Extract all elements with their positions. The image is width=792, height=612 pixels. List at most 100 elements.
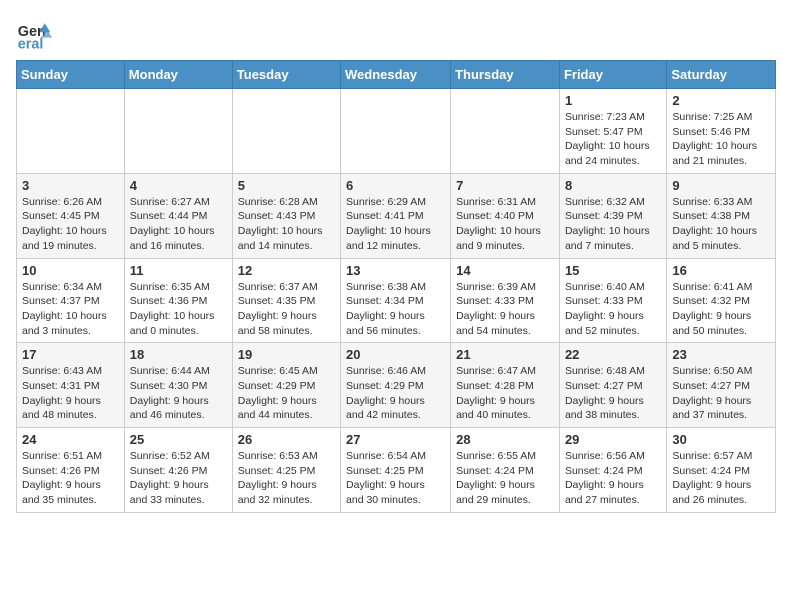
day-info: Sunrise: 6:57 AM Sunset: 4:24 PM Dayligh…: [672, 449, 770, 508]
day-number: 22: [565, 347, 661, 362]
calendar-body: 1 Sunrise: 7:23 AM Sunset: 5:47 PM Daylig…: [17, 89, 776, 513]
calendar-cell: 25 Sunrise: 6:52 AM Sunset: 4:26 PM Dayli…: [124, 428, 232, 513]
calendar-cell: 18 Sunrise: 6:44 AM Sunset: 4:30 PM Dayli…: [124, 343, 232, 428]
day-info: Sunrise: 6:44 AM Sunset: 4:30 PM Dayligh…: [130, 364, 227, 423]
day-info: Sunrise: 7:25 AM Sunset: 5:46 PM Dayligh…: [672, 110, 770, 169]
calendar-cell: 30 Sunrise: 6:57 AM Sunset: 4:24 PM Dayli…: [667, 428, 776, 513]
day-info: Sunrise: 6:53 AM Sunset: 4:25 PM Dayligh…: [238, 449, 335, 508]
day-info: Sunrise: 6:51 AM Sunset: 4:26 PM Dayligh…: [22, 449, 119, 508]
day-number: 17: [22, 347, 119, 362]
day-info: Sunrise: 6:43 AM Sunset: 4:31 PM Dayligh…: [22, 364, 119, 423]
day-number: 12: [238, 263, 335, 278]
calendar-cell: 14Sunrise: 6:39 AM Sunset: 4:33 PM Dayli…: [451, 258, 560, 343]
day-info: Sunrise: 6:56 AM Sunset: 4:24 PM Dayligh…: [565, 449, 661, 508]
calendar-header-sunday: Sunday: [17, 61, 125, 89]
day-number: 8: [565, 178, 661, 193]
calendar-week-3: 10Sunrise: 6:34 AM Sunset: 4:37 PM Dayli…: [17, 258, 776, 343]
calendar-cell: 3 Sunrise: 6:26 AM Sunset: 4:45 PM Daylig…: [17, 173, 125, 258]
day-info: Sunrise: 6:45 AM Sunset: 4:29 PM Dayligh…: [238, 364, 335, 423]
calendar-cell: 4 Sunrise: 6:27 AM Sunset: 4:44 PM Daylig…: [124, 173, 232, 258]
calendar-cell: [232, 89, 340, 174]
calendar-week-4: 17 Sunrise: 6:43 AM Sunset: 4:31 PM Dayli…: [17, 343, 776, 428]
day-number: 24: [22, 432, 119, 447]
calendar-cell: 10Sunrise: 6:34 AM Sunset: 4:37 PM Dayli…: [17, 258, 125, 343]
calendar-cell: 11 Sunrise: 6:35 AM Sunset: 4:36 PM Dayli…: [124, 258, 232, 343]
calendar-week-5: 24 Sunrise: 6:51 AM Sunset: 4:26 PM Dayli…: [17, 428, 776, 513]
calendar-cell: 21Sunrise: 6:47 AM Sunset: 4:28 PM Dayli…: [451, 343, 560, 428]
day-info: Sunrise: 6:38 AM Sunset: 4:34 PM Dayligh…: [346, 280, 445, 339]
calendar-header-tuesday: Tuesday: [232, 61, 340, 89]
calendar-cell: 8 Sunrise: 6:32 AM Sunset: 4:39 PM Daylig…: [559, 173, 666, 258]
day-info: Sunrise: 6:27 AM Sunset: 4:44 PM Dayligh…: [130, 195, 227, 254]
day-number: 27: [346, 432, 445, 447]
day-info: Sunrise: 6:55 AM Sunset: 4:24 PM Dayligh…: [456, 449, 554, 508]
day-number: 26: [238, 432, 335, 447]
day-info: Sunrise: 6:33 AM Sunset: 4:38 PM Dayligh…: [672, 195, 770, 254]
calendar-cell: 12 Sunrise: 6:37 AM Sunset: 4:35 PM Dayli…: [232, 258, 340, 343]
day-number: 16: [672, 263, 770, 278]
day-info: Sunrise: 6:29 AM Sunset: 4:41 PM Dayligh…: [346, 195, 445, 254]
calendar-cell: 5Sunrise: 6:28 AM Sunset: 4:43 PM Daylig…: [232, 173, 340, 258]
day-number: 9: [672, 178, 770, 193]
calendar-cell: 20 Sunrise: 6:46 AM Sunset: 4:29 PM Dayli…: [341, 343, 451, 428]
calendar-header-thursday: Thursday: [451, 61, 560, 89]
day-number: 30: [672, 432, 770, 447]
day-info: Sunrise: 6:28 AM Sunset: 4:43 PM Dayligh…: [238, 195, 335, 254]
calendar-week-1: 1 Sunrise: 7:23 AM Sunset: 5:47 PM Daylig…: [17, 89, 776, 174]
day-number: 25: [130, 432, 227, 447]
calendar-cell: 15 Sunrise: 6:40 AM Sunset: 4:33 PM Dayli…: [559, 258, 666, 343]
calendar-cell: 16 Sunrise: 6:41 AM Sunset: 4:32 PM Dayli…: [667, 258, 776, 343]
calendar-header-row: SundayMondayTuesdayWednesdayThursdayFrid…: [17, 61, 776, 89]
day-number: 29: [565, 432, 661, 447]
day-info: Sunrise: 6:54 AM Sunset: 4:25 PM Dayligh…: [346, 449, 445, 508]
calendar-cell: 17 Sunrise: 6:43 AM Sunset: 4:31 PM Dayli…: [17, 343, 125, 428]
day-number: 19: [238, 347, 335, 362]
day-info: Sunrise: 6:46 AM Sunset: 4:29 PM Dayligh…: [346, 364, 445, 423]
calendar-cell: 2 Sunrise: 7:25 AM Sunset: 5:46 PM Daylig…: [667, 89, 776, 174]
day-number: 21: [456, 347, 554, 362]
calendar-table: SundayMondayTuesdayWednesdayThursdayFrid…: [16, 60, 776, 513]
day-info: Sunrise: 6:32 AM Sunset: 4:39 PM Dayligh…: [565, 195, 661, 254]
calendar-cell: 19 Sunrise: 6:45 AM Sunset: 4:29 PM Dayli…: [232, 343, 340, 428]
calendar-header-friday: Friday: [559, 61, 666, 89]
day-info: Sunrise: 6:39 AM Sunset: 4:33 PM Dayligh…: [456, 280, 554, 339]
calendar-cell: 13 Sunrise: 6:38 AM Sunset: 4:34 PM Dayli…: [341, 258, 451, 343]
calendar-cell: 9 Sunrise: 6:33 AM Sunset: 4:38 PM Daylig…: [667, 173, 776, 258]
day-number: 2: [672, 93, 770, 108]
day-info: Sunrise: 6:31 AM Sunset: 4:40 PM Dayligh…: [456, 195, 554, 254]
day-number: 20: [346, 347, 445, 362]
day-info: Sunrise: 6:52 AM Sunset: 4:26 PM Dayligh…: [130, 449, 227, 508]
calendar-cell: 28Sunrise: 6:55 AM Sunset: 4:24 PM Dayli…: [451, 428, 560, 513]
day-info: Sunrise: 6:26 AM Sunset: 4:45 PM Dayligh…: [22, 195, 119, 254]
logo: Gen eral: [16, 16, 58, 52]
day-number: 1: [565, 93, 661, 108]
day-number: 11: [130, 263, 227, 278]
day-info: Sunrise: 6:37 AM Sunset: 4:35 PM Dayligh…: [238, 280, 335, 339]
day-number: 3: [22, 178, 119, 193]
day-number: 13: [346, 263, 445, 278]
day-number: 10: [22, 263, 119, 278]
calendar-cell: 24 Sunrise: 6:51 AM Sunset: 4:26 PM Dayli…: [17, 428, 125, 513]
day-info: Sunrise: 6:41 AM Sunset: 4:32 PM Dayligh…: [672, 280, 770, 339]
day-info: Sunrise: 6:48 AM Sunset: 4:27 PM Dayligh…: [565, 364, 661, 423]
day-number: 4: [130, 178, 227, 193]
day-info: Sunrise: 7:23 AM Sunset: 5:47 PM Dayligh…: [565, 110, 661, 169]
calendar-cell: [451, 89, 560, 174]
calendar-cell: [124, 89, 232, 174]
day-number: 15: [565, 263, 661, 278]
calendar-cell: 27 Sunrise: 6:54 AM Sunset: 4:25 PM Dayli…: [341, 428, 451, 513]
day-info: Sunrise: 6:35 AM Sunset: 4:36 PM Dayligh…: [130, 280, 227, 339]
calendar-header-saturday: Saturday: [667, 61, 776, 89]
day-number: 7: [456, 178, 554, 193]
calendar-cell: [17, 89, 125, 174]
day-number: 6: [346, 178, 445, 193]
day-number: 18: [130, 347, 227, 362]
day-info: Sunrise: 6:40 AM Sunset: 4:33 PM Dayligh…: [565, 280, 661, 339]
logo-icon: Gen eral: [16, 16, 52, 52]
calendar-cell: 7 Sunrise: 6:31 AM Sunset: 4:40 PM Daylig…: [451, 173, 560, 258]
day-info: Sunrise: 6:50 AM Sunset: 4:27 PM Dayligh…: [672, 364, 770, 423]
calendar-cell: 22 Sunrise: 6:48 AM Sunset: 4:27 PM Dayli…: [559, 343, 666, 428]
header: Gen eral: [16, 16, 776, 52]
calendar-cell: 29 Sunrise: 6:56 AM Sunset: 4:24 PM Dayli…: [559, 428, 666, 513]
calendar-header-monday: Monday: [124, 61, 232, 89]
